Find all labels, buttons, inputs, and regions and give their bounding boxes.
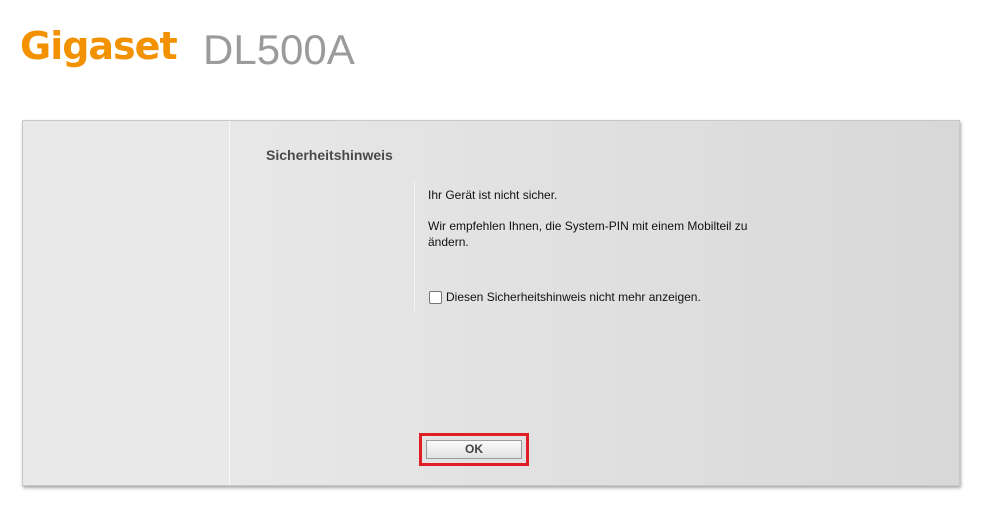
gigaset-logo: Gigaset <box>20 24 178 68</box>
left-column <box>23 121 230 485</box>
dont-show-again-label[interactable]: Diesen Sicherheitshinweis nicht mehr anz… <box>446 290 701 304</box>
message-recommendation: Wir empfehlen Ihnen, die System-PIN mit … <box>428 219 748 249</box>
ok-button[interactable]: OK <box>426 440 522 459</box>
model-name: DL500A <box>203 26 355 73</box>
dont-show-again-row[interactable]: Diesen Sicherheitshinweis nicht mehr anz… <box>429 290 701 304</box>
notice-content: Ihr Gerät ist nicht sicher. Wir empfehle… <box>414 181 775 311</box>
dont-show-again-checkbox[interactable] <box>429 290 442 304</box>
header: Gigaset DL500A <box>0 0 985 100</box>
ok-button-highlight: OK <box>419 433 529 466</box>
page-title: Sicherheitshinweis <box>266 147 393 163</box>
security-notice-panel: Sicherheitshinweis Ihr Gerät ist nicht s… <box>22 120 960 486</box>
message-insecure: Ihr Gerät ist nicht sicher. <box>428 188 558 202</box>
